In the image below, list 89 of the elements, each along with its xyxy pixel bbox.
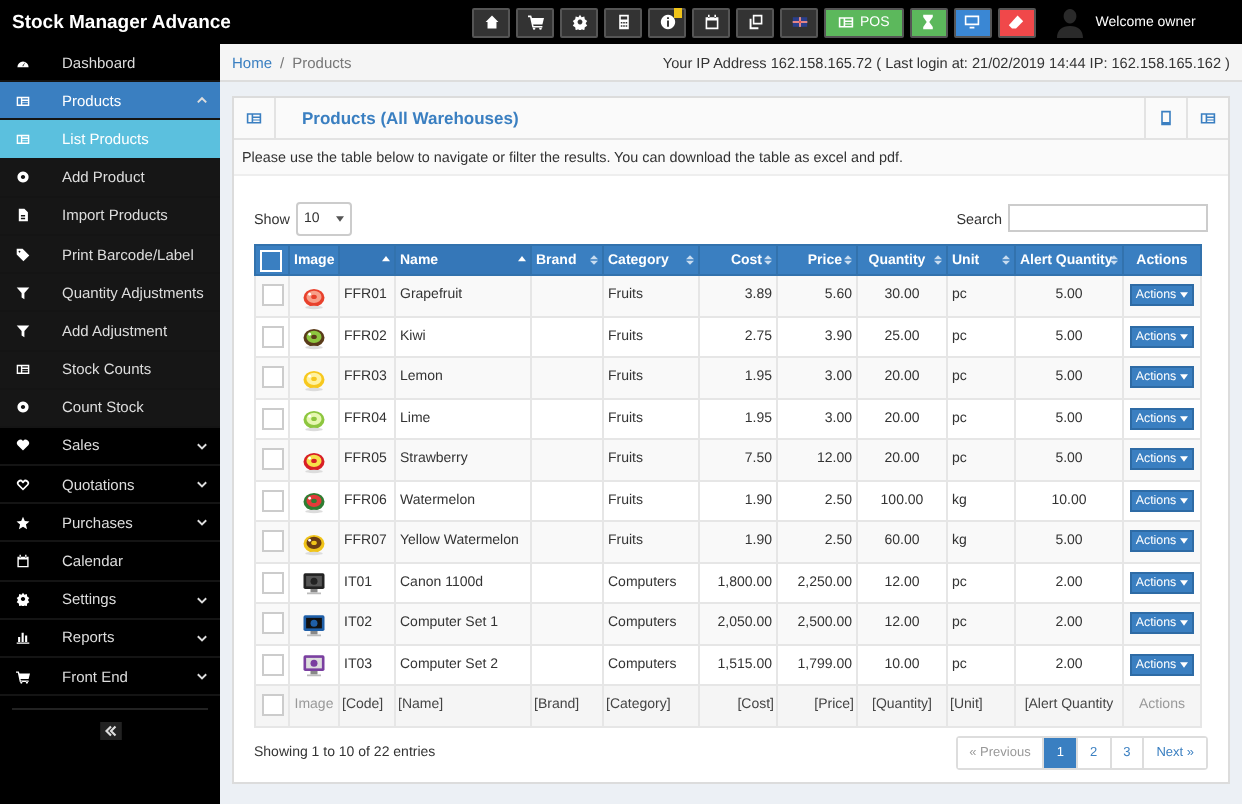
app-title: Stock Manager Advance xyxy=(12,11,233,33)
caret-icon xyxy=(1180,579,1189,586)
caret-icon xyxy=(1180,333,1189,340)
chevron-down-icon xyxy=(196,439,208,452)
search-field[interactable] xyxy=(1008,204,1208,232)
list-icon xyxy=(1200,110,1216,126)
bar-chart-icon xyxy=(16,630,30,645)
row-checkbox[interactable] xyxy=(261,366,283,389)
caret-icon xyxy=(1180,292,1189,299)
toolbar-button[interactable] xyxy=(648,7,686,37)
info-icon xyxy=(659,14,675,30)
home-icon xyxy=(483,14,499,30)
calendar-icon xyxy=(703,14,719,30)
row-checkbox[interactable] xyxy=(261,653,283,676)
caret-icon xyxy=(1180,456,1189,463)
table-cell xyxy=(531,521,603,562)
toolbar-button[interactable] xyxy=(692,7,730,37)
caret-icon xyxy=(1180,374,1189,381)
table-cell xyxy=(531,275,603,316)
chevron-up-icon xyxy=(196,94,208,107)
star-icon xyxy=(16,515,30,530)
chevron-down-icon xyxy=(196,670,208,683)
caret-icon xyxy=(1180,415,1189,422)
calculator-icon xyxy=(615,14,631,30)
caret-icon xyxy=(1180,497,1189,504)
toolbar-button[interactable] xyxy=(472,7,510,37)
settings-icon xyxy=(16,592,30,607)
sort-ascending-icon xyxy=(518,254,526,266)
sort-icon xyxy=(934,254,942,266)
copy-icon xyxy=(747,14,763,30)
list-icon xyxy=(16,362,30,377)
monitor-icon xyxy=(964,14,981,30)
panel-title: Products (All Warehouses) xyxy=(302,108,521,128)
calendar-icon xyxy=(16,554,30,569)
toolbar-button[interactable] xyxy=(560,7,598,37)
sort-icon xyxy=(590,254,598,266)
filter-checkbox[interactable] xyxy=(261,694,283,717)
list-icon xyxy=(16,93,30,108)
table-cell xyxy=(531,603,603,644)
toolbar-button[interactable] xyxy=(604,7,642,37)
row-checkbox[interactable] xyxy=(261,489,283,512)
row-checkbox[interactable] xyxy=(261,448,283,471)
eraser-icon xyxy=(1008,14,1025,30)
toolbar-button[interactable] xyxy=(736,7,774,37)
toolbar-button[interactable] xyxy=(909,7,948,37)
chevron-down-icon xyxy=(196,631,208,644)
caret-icon xyxy=(1180,538,1189,545)
toolbar-button[interactable] xyxy=(997,7,1036,37)
list-icon xyxy=(16,131,30,146)
alert-badge xyxy=(674,7,682,17)
chevron-down-icon xyxy=(196,593,208,606)
tablet-icon xyxy=(1158,110,1174,126)
row-checkbox[interactable] xyxy=(261,407,283,430)
sort-icon xyxy=(764,254,772,266)
caret-icon xyxy=(335,215,344,221)
caret-icon xyxy=(1180,620,1189,627)
sort-icon xyxy=(844,254,852,266)
table-cell xyxy=(531,439,603,480)
filter-icon xyxy=(16,323,30,338)
row-checkbox[interactable] xyxy=(261,571,283,594)
sort-icon xyxy=(1110,254,1118,266)
file-icon xyxy=(16,208,30,223)
list-icon xyxy=(838,14,854,30)
chevron-down-icon xyxy=(196,478,208,491)
toolbar-button[interactable] xyxy=(780,7,818,37)
cart-icon xyxy=(16,669,30,684)
settings-icon xyxy=(571,14,587,30)
row-checkbox[interactable] xyxy=(261,284,283,307)
row-checkbox[interactable] xyxy=(261,530,283,553)
caret-icon xyxy=(1180,661,1189,668)
sort-icon xyxy=(1002,254,1010,266)
toolbar-button[interactable] xyxy=(516,7,554,37)
heart-icon xyxy=(16,438,30,453)
select-all-checkbox[interactable] xyxy=(260,249,282,271)
filter-icon xyxy=(16,285,30,300)
heart-outline-icon xyxy=(16,477,30,492)
sort-ascending-icon xyxy=(382,254,390,266)
row-checkbox[interactable] xyxy=(261,325,283,348)
sort-icon xyxy=(686,254,694,266)
chevron-down-icon xyxy=(196,516,208,529)
tag-icon xyxy=(16,247,30,262)
flag-icon xyxy=(791,14,807,30)
collapse-icon[interactable] xyxy=(99,722,121,741)
toolbar-button[interactable] xyxy=(953,7,992,37)
table-cell xyxy=(531,357,603,398)
list-icon xyxy=(246,110,262,126)
row-checkbox[interactable] xyxy=(261,612,283,635)
cart-icon xyxy=(527,14,543,30)
hourglass-icon xyxy=(920,14,937,30)
